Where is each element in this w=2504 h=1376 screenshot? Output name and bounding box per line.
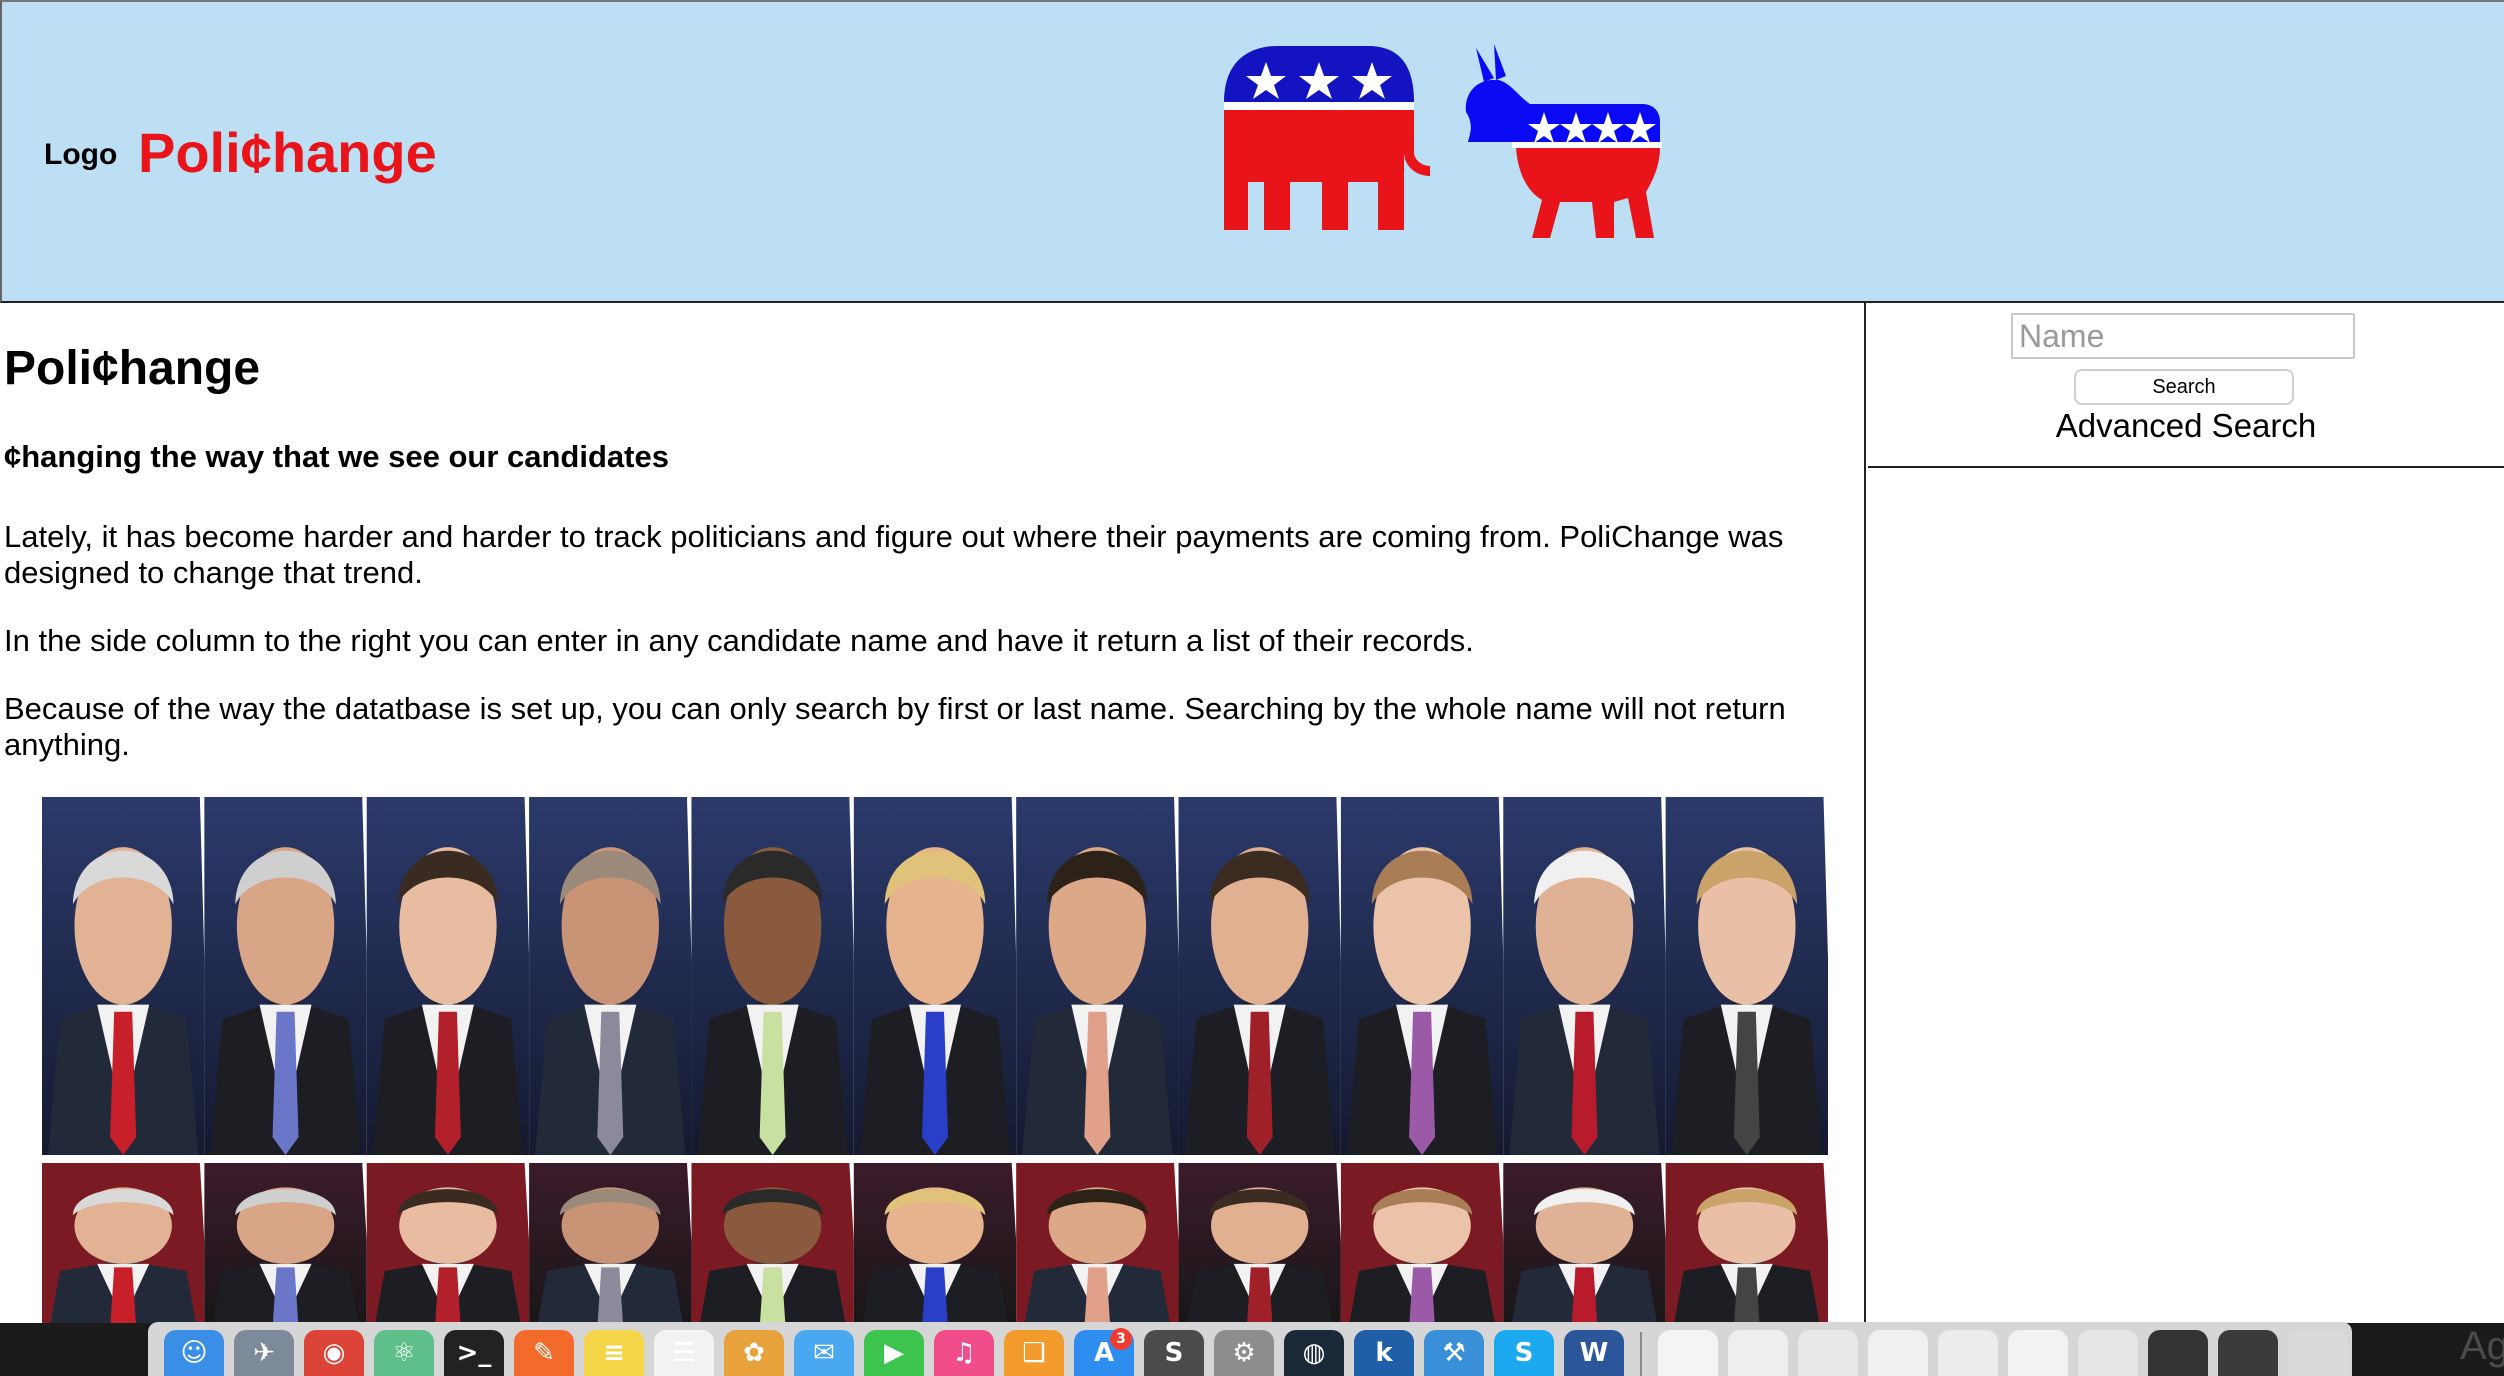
candidate-photo <box>42 797 215 1156</box>
macos-dock: ☺ ✈ ◉ ⚛ >_ ✎ ≡ ☰ ✿ ✉ ▶ ♫ ❑ A 3 S ⚙ ◍ k ⚒ S W <box>148 1322 2352 1376</box>
candidate-photo <box>691 797 865 1156</box>
candidate-photo <box>1503 797 1677 1156</box>
candidate-photo <box>366 797 540 1156</box>
app-store-icon[interactable]: A3 <box>1074 1328 1134 1376</box>
dock-separator <box>1640 1332 1642 1376</box>
notification-badge: 3 <box>1110 1328 1132 1350</box>
document-icon[interactable] <box>2078 1330 2138 1376</box>
word-icon[interactable]: W <box>1564 1330 1624 1376</box>
candidate-photo <box>1178 1162 1351 1323</box>
candidate-photo <box>204 1162 377 1323</box>
document-icon[interactable] <box>1868 1330 1928 1376</box>
logo-label[interactable]: Logo <box>44 138 117 172</box>
candidate-photo <box>1016 797 1190 1156</box>
terminal-icon[interactable]: >_ <box>444 1330 504 1376</box>
steam-icon[interactable]: ◍ <box>1284 1330 1344 1376</box>
candidate-photo <box>853 797 1027 1156</box>
page-tagline: ¢hanging the way that we see our candida… <box>4 439 669 474</box>
candidate-photo <box>366 1162 539 1323</box>
candidate-photo <box>1016 1162 1189 1323</box>
candidate-photo <box>42 1162 215 1323</box>
facetime-icon[interactable]: ▶ <box>864 1330 924 1376</box>
document-icon[interactable] <box>1658 1330 1718 1376</box>
candidate-photo <box>529 1162 702 1323</box>
xcode-icon[interactable]: ⚒ <box>1424 1330 1484 1376</box>
pencil-app-icon[interactable]: ✎ <box>514 1330 574 1376</box>
candidate-photo <box>204 797 378 1156</box>
page-title: Poli¢hange <box>4 342 261 395</box>
trash-icon[interactable] <box>2288 1330 2348 1376</box>
atom-icon[interactable]: ⚛ <box>374 1330 434 1376</box>
notes-icon[interactable]: ≡ <box>584 1330 644 1376</box>
chrome-icon[interactable]: ◉ <box>304 1330 364 1376</box>
brand-name[interactable]: Poli¢hange <box>138 120 437 185</box>
candidate-photo <box>1340 797 1514 1156</box>
democratic-donkey-icon <box>1465 44 1662 238</box>
republican-elephant-icon <box>1224 46 1430 230</box>
skype-icon[interactable]: S <box>1494 1330 1554 1376</box>
messages-icon[interactable]: ✉ <box>794 1330 854 1376</box>
candidate-photo <box>853 1162 1026 1323</box>
intro-paragraph: Lately, it has become harder and harder … <box>4 519 1784 590</box>
kindle-icon[interactable]: k <box>1354 1330 1414 1376</box>
candidates-collage-image <box>42 797 1828 1323</box>
finder-icon[interactable]: ☺ <box>164 1330 224 1376</box>
search-note-paragraph: Because of the way the datatbase is set … <box>4 691 1786 762</box>
name-search-input[interactable] <box>2011 313 2355 359</box>
itunes-icon[interactable]: ♫ <box>934 1330 994 1376</box>
search-button[interactable]: Search <box>2074 369 2294 405</box>
document-icon[interactable] <box>1728 1330 1788 1376</box>
reminders-icon[interactable]: ☰ <box>654 1330 714 1376</box>
document-icon[interactable] <box>2008 1330 2068 1376</box>
candidate-photo <box>529 797 702 1156</box>
terminal-window-icon[interactable] <box>2148 1330 2208 1376</box>
main-content: Poli¢hange ¢hanging the way that we see … <box>0 303 1866 1323</box>
launchpad-icon[interactable]: ✈ <box>234 1330 294 1376</box>
candidate-photo <box>1178 797 1352 1156</box>
ibooks-icon[interactable]: ❑ <box>1004 1330 1064 1376</box>
site-header: Logo Poli¢hange <box>0 0 2504 303</box>
system-preferences-icon[interactable]: ⚙ <box>1214 1330 1274 1376</box>
instructions-paragraph: In the side column to the right you can … <box>4 623 1474 658</box>
photos-icon[interactable]: ✿ <box>724 1330 784 1376</box>
candidate-photo <box>1340 1162 1513 1323</box>
candidate-photo <box>691 1162 864 1323</box>
candidate-photo <box>1665 797 1828 1155</box>
candidate-photo <box>1665 1162 1828 1323</box>
corner-text: Ag <box>2460 1324 2504 1368</box>
sublime-icon[interactable]: S <box>1144 1330 1204 1376</box>
screen-window-icon[interactable] <box>2218 1330 2278 1376</box>
document-icon[interactable] <box>1938 1330 1998 1376</box>
candidate-photo <box>1503 1162 1676 1323</box>
search-sidebar: Search Advanced Search <box>1868 303 2504 468</box>
party-logos <box>1224 44 1662 238</box>
advanced-search-link[interactable]: Advanced Search <box>1868 407 2504 445</box>
document-icon[interactable] <box>1798 1330 1858 1376</box>
